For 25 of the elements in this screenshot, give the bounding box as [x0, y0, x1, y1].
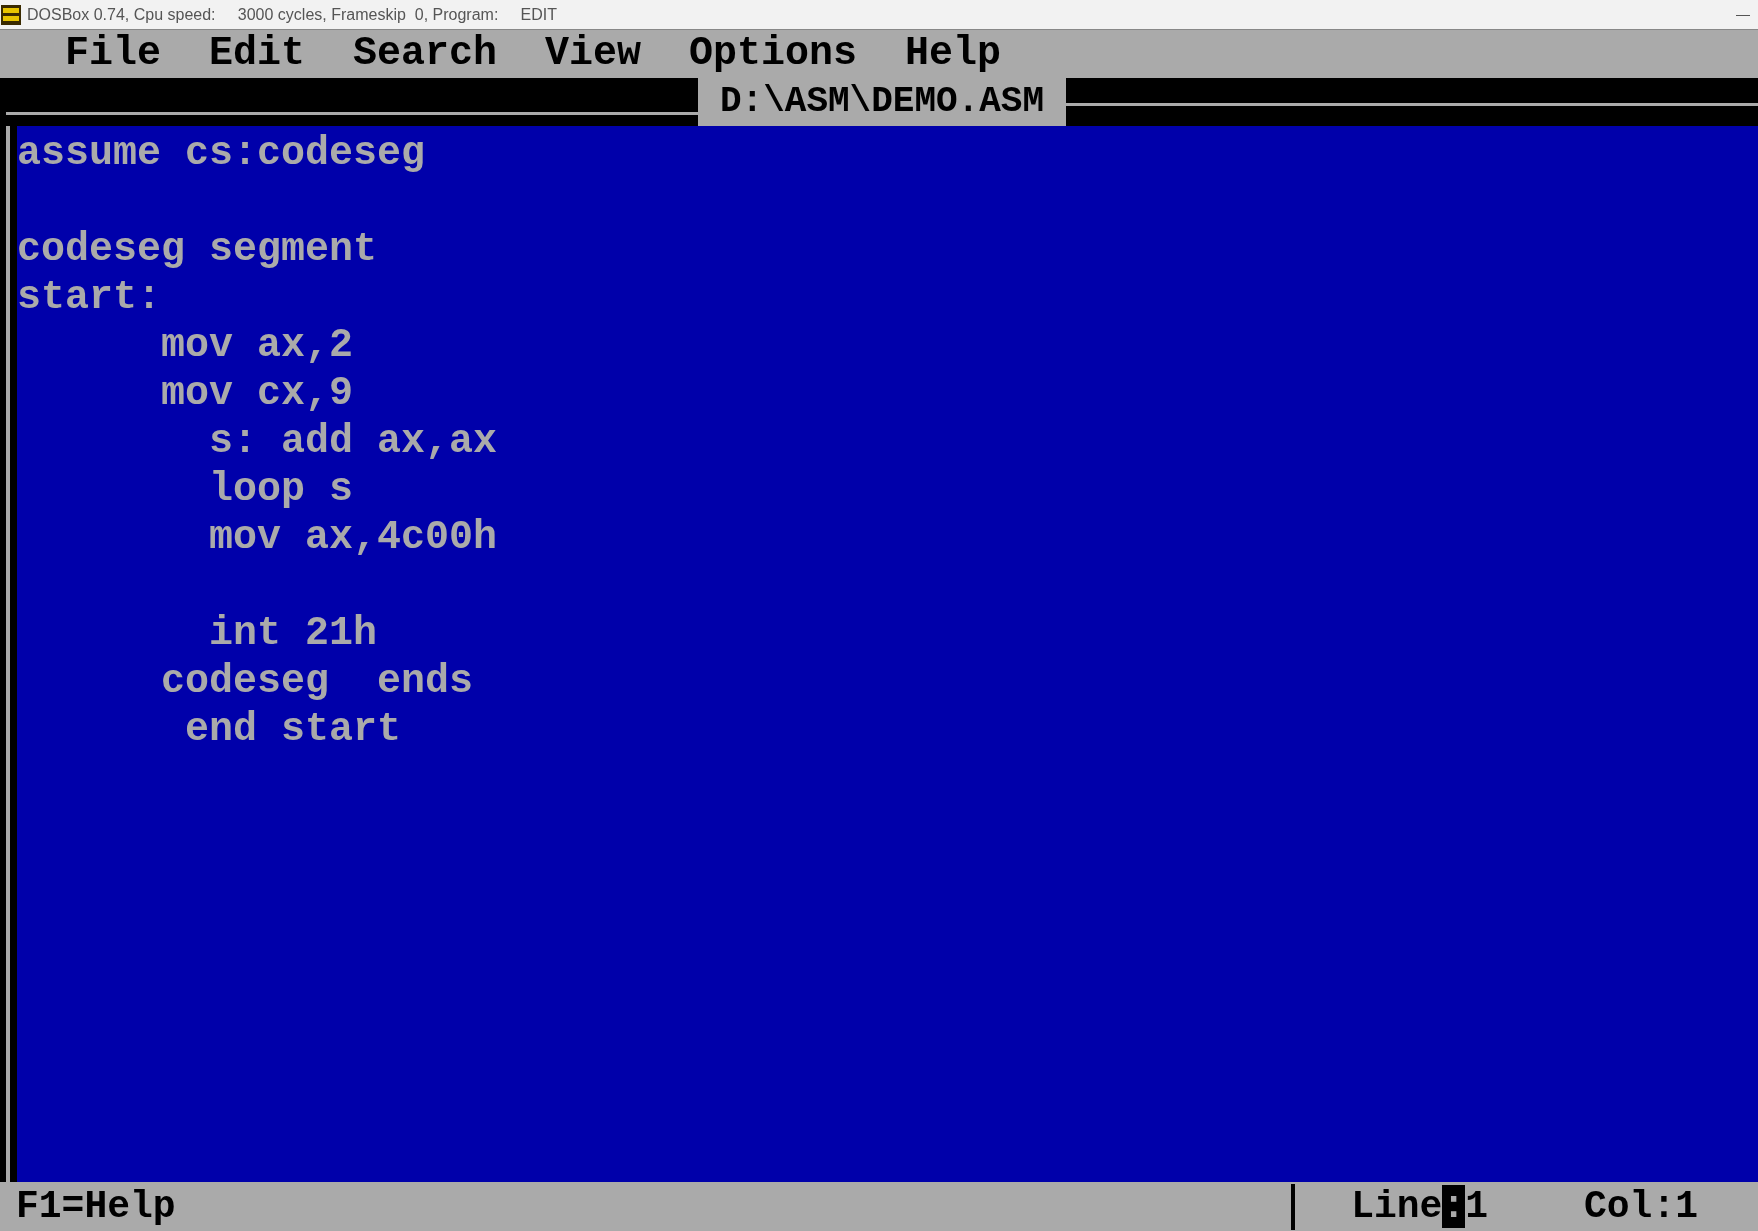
menu-item[interactable]: View [545, 30, 642, 78]
help-hint: F1=Help [16, 1184, 176, 1230]
app-logo-icon [1, 4, 21, 25]
code-line: s: add ax,ax [208, 418, 498, 466]
code-line: end start [184, 706, 402, 754]
column-indicator: Col:1 [1583, 1184, 1698, 1230]
code-line: mov ax,2 [160, 322, 354, 370]
code-line: loop s [208, 466, 354, 514]
code-line: mov ax,4c00h [208, 514, 498, 562]
editor-area[interactable]: assume cs:codeseg codeseg segment start: mov ax,2 mov cx,9 s: add ax,ax loop s mov ax,4c00h int 21h codeseg ends end start [17, 126, 1758, 1182]
menu-item[interactable]: Options [689, 30, 858, 78]
code-line: codeseg ends [160, 658, 474, 706]
minimize-button[interactable]: — [1728, 4, 1758, 25]
menu-item[interactable]: Edit [209, 30, 306, 78]
file-title: D:\ASM\DEMO.ASM [697, 78, 1067, 126]
menu-item[interactable]: Help [905, 30, 1002, 78]
code-line: int 21h [208, 610, 378, 658]
line-indicator: Line:1 [1351, 1184, 1488, 1230]
code-line: start: [17, 274, 162, 322]
code-line: assume cs:codeseg [17, 130, 426, 178]
menu-item[interactable]: Search [353, 30, 498, 78]
window-title: DOSBox 0.74, Cpu speed: 3000 cycles, Frameskip 0, Program: EDIT [27, 4, 557, 25]
code-line: codeseg segment [17, 226, 378, 274]
menu-item[interactable]: File [65, 30, 161, 78]
code-line: mov cx,9 [160, 370, 354, 418]
